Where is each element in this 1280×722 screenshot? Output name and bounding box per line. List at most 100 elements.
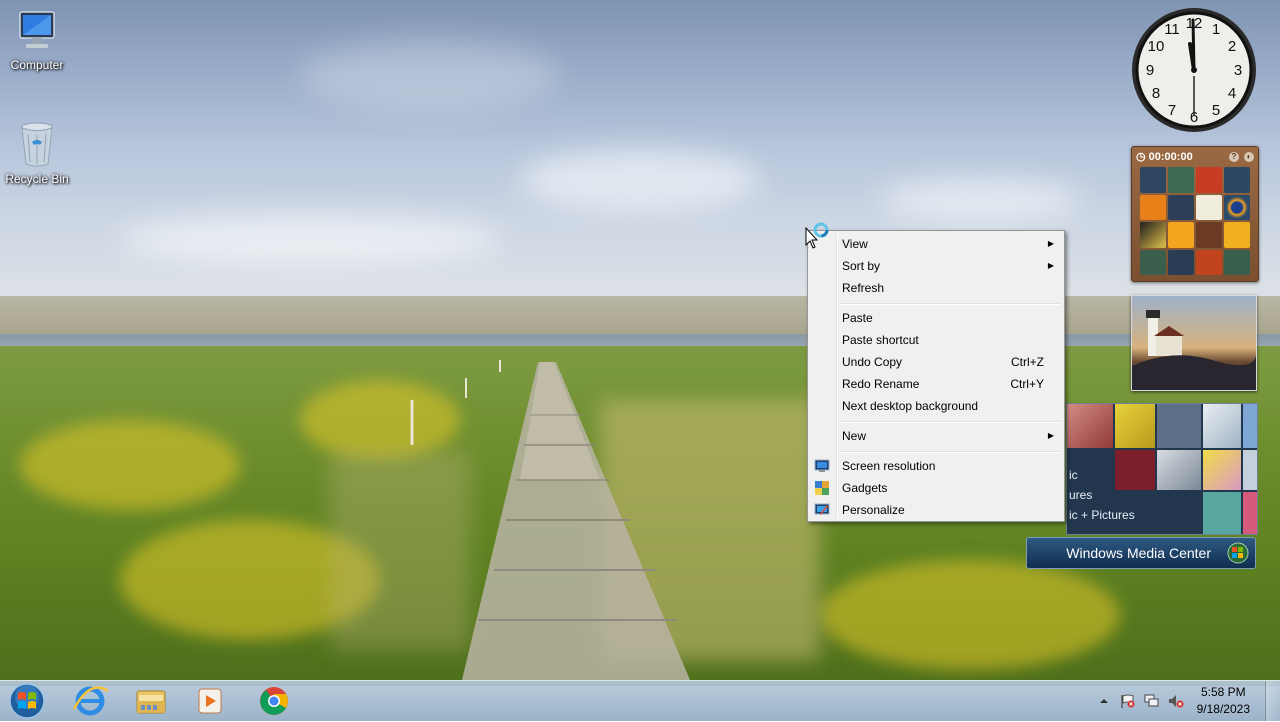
menu-item-label: Gadgets bbox=[842, 481, 888, 495]
taskbar-date: 9/18/2023 bbox=[1196, 702, 1250, 716]
taskbar-windows-explorer[interactable] bbox=[123, 683, 179, 719]
menu-item-label: Screen resolution bbox=[842, 459, 936, 473]
puzzle-tile[interactable] bbox=[1196, 194, 1222, 220]
media-tile[interactable] bbox=[1203, 492, 1241, 534]
menu-separator bbox=[840, 451, 1060, 453]
slideshow-gadget[interactable] bbox=[1131, 295, 1257, 391]
puzzle-tile[interactable] bbox=[1224, 194, 1250, 220]
desktop-wallpaper[interactable] bbox=[0, 0, 1280, 720]
chrome-icon bbox=[260, 687, 288, 715]
puzzle-tile[interactable] bbox=[1196, 249, 1222, 275]
media-tile[interactable] bbox=[1243, 492, 1257, 534]
media-tile[interactable] bbox=[1067, 404, 1113, 448]
menu-item-screen-resolution[interactable]: Screen resolution bbox=[810, 455, 1062, 477]
submenu-arrow-icon: ▶ bbox=[1047, 431, 1054, 440]
media-tile[interactable] bbox=[1243, 450, 1257, 490]
start-button[interactable] bbox=[7, 682, 47, 720]
windows-logo-icon bbox=[1227, 542, 1249, 564]
menu-item-next-desktop-background[interactable]: Next desktop background bbox=[810, 395, 1062, 417]
clock-minute-hand bbox=[1191, 18, 1196, 72]
puzzle-tile[interactable] bbox=[1196, 222, 1222, 248]
computer-icon bbox=[19, 11, 55, 48]
puzzle-tile[interactable] bbox=[1168, 222, 1194, 248]
menu-item-label: Paste shortcut bbox=[842, 333, 919, 347]
menu-item-label: Sort by bbox=[842, 259, 881, 273]
menu-separator bbox=[840, 421, 1060, 423]
media-tile[interactable] bbox=[1243, 404, 1257, 448]
svg-text:3: 3 bbox=[1234, 62, 1242, 79]
menu-item-paste[interactable]: Paste bbox=[810, 307, 1062, 329]
puzzle-timer-text: 00:00:00 bbox=[1148, 150, 1193, 163]
menu-item-label: View bbox=[842, 237, 868, 251]
media-tile[interactable] bbox=[1203, 404, 1241, 448]
desktop-icon-label: Computer bbox=[10, 58, 64, 72]
taskbar-clock[interactable]: 5:58 PM 9/18/2023 bbox=[1197, 684, 1250, 718]
svg-text:8: 8 bbox=[1152, 85, 1160, 102]
lighthouse-photo bbox=[1132, 310, 1256, 390]
volume-muted-icon[interactable] bbox=[1168, 694, 1184, 708]
puzzle-tile[interactable] bbox=[1196, 167, 1222, 193]
picture-puzzle-gadget[interactable]: ◷ 00:00:00 ? ◐ bbox=[1131, 146, 1259, 282]
menu-separator bbox=[840, 303, 1060, 305]
network-icon[interactable] bbox=[1144, 694, 1160, 708]
submenu-arrow-icon: ▶ bbox=[1047, 261, 1054, 270]
taskbar-internet-explorer[interactable] bbox=[62, 683, 118, 719]
puzzle-tile[interactable] bbox=[1140, 167, 1166, 193]
system-tray: 5:58 PM 9/18/2023 bbox=[1090, 681, 1280, 721]
media-tile-caption: ic + Pictures bbox=[1069, 508, 1135, 522]
taskbar-time: 5:58 PM bbox=[1200, 685, 1246, 699]
taskbar-chrome[interactable] bbox=[246, 683, 302, 719]
personalize-icon bbox=[814, 503, 830, 515]
desktop-icon-label: Recycle Bin bbox=[5, 172, 69, 186]
puzzle-tile[interactable] bbox=[1140, 249, 1166, 275]
submenu-arrow-icon: ▶ bbox=[1047, 239, 1054, 248]
file-explorer-icon bbox=[136, 690, 166, 714]
show-hidden-icons-arrow[interactable] bbox=[1098, 694, 1110, 708]
svg-text:9: 9 bbox=[1146, 62, 1154, 79]
svg-text:11: 11 bbox=[1164, 21, 1180, 38]
menu-item-label: New bbox=[842, 429, 867, 443]
action-center-flag-icon[interactable] bbox=[1120, 694, 1136, 708]
menu-item-sort-by[interactable]: Sort by ▶ bbox=[810, 255, 1062, 277]
analog-clock-gadget[interactable]: 1212 345 678 91011 bbox=[1130, 6, 1258, 134]
puzzle-tile[interactable] bbox=[1224, 167, 1250, 193]
media-tile[interactable] bbox=[1157, 450, 1201, 490]
puzzle-tile[interactable] bbox=[1224, 222, 1250, 248]
show-desktop-button[interactable] bbox=[1265, 681, 1280, 721]
screen-resolution-icon bbox=[814, 459, 830, 472]
menu-item-redo-rename[interactable]: Redo Rename Ctrl+Y bbox=[810, 373, 1062, 395]
puzzle-tile[interactable] bbox=[1168, 194, 1194, 220]
puzzle-help-button[interactable]: ? bbox=[1228, 152, 1239, 162]
media-tile[interactable] bbox=[1157, 404, 1201, 448]
menu-item-gadgets[interactable]: Gadgets bbox=[810, 477, 1062, 499]
menu-item-new[interactable]: New ▶ bbox=[810, 425, 1062, 447]
wallpaper-boardwalk bbox=[410, 360, 690, 680]
desktop-icon-computer[interactable]: Computer bbox=[0, 8, 74, 72]
media-center-tiles: ic ures ic + Pictures bbox=[1066, 403, 1258, 535]
media-tile[interactable] bbox=[1115, 404, 1155, 448]
puzzle-tile[interactable] bbox=[1224, 249, 1250, 275]
menu-item-paste-shortcut[interactable]: Paste shortcut bbox=[810, 329, 1062, 351]
media-center-launch-bar[interactable]: Windows Media Center bbox=[1026, 537, 1256, 569]
menu-item-view[interactable]: View ▶ bbox=[810, 233, 1062, 255]
puzzle-picture-button[interactable]: ◐ bbox=[1244, 152, 1254, 162]
menu-item-personalize[interactable]: Personalize bbox=[810, 499, 1062, 521]
puzzle-tile[interactable] bbox=[1168, 167, 1194, 193]
desktop-icon-recycle-bin[interactable]: Recycle Bin bbox=[0, 120, 74, 186]
menu-item-label: Paste bbox=[842, 311, 873, 325]
media-tile-caption: ures bbox=[1069, 488, 1093, 502]
taskbar-media-player[interactable] bbox=[182, 683, 238, 719]
svg-text:4: 4 bbox=[1228, 85, 1236, 102]
taskbar: 5:58 PM 9/18/2023 bbox=[0, 680, 1280, 721]
menu-item-label: Refresh bbox=[842, 281, 885, 295]
media-tile[interactable] bbox=[1115, 450, 1155, 490]
svg-text:2: 2 bbox=[1228, 38, 1236, 55]
puzzle-tile[interactable] bbox=[1140, 222, 1166, 248]
menu-item-label: Redo Rename bbox=[842, 377, 920, 391]
menu-item-undo-copy[interactable]: Undo Copy Ctrl+Z bbox=[810, 351, 1062, 373]
puzzle-tile[interactable] bbox=[1140, 194, 1166, 220]
menu-item-label: Undo Copy bbox=[842, 355, 903, 369]
puzzle-tile[interactable] bbox=[1168, 249, 1194, 275]
media-tile[interactable] bbox=[1203, 450, 1241, 490]
menu-item-refresh[interactable]: Refresh bbox=[810, 277, 1062, 299]
